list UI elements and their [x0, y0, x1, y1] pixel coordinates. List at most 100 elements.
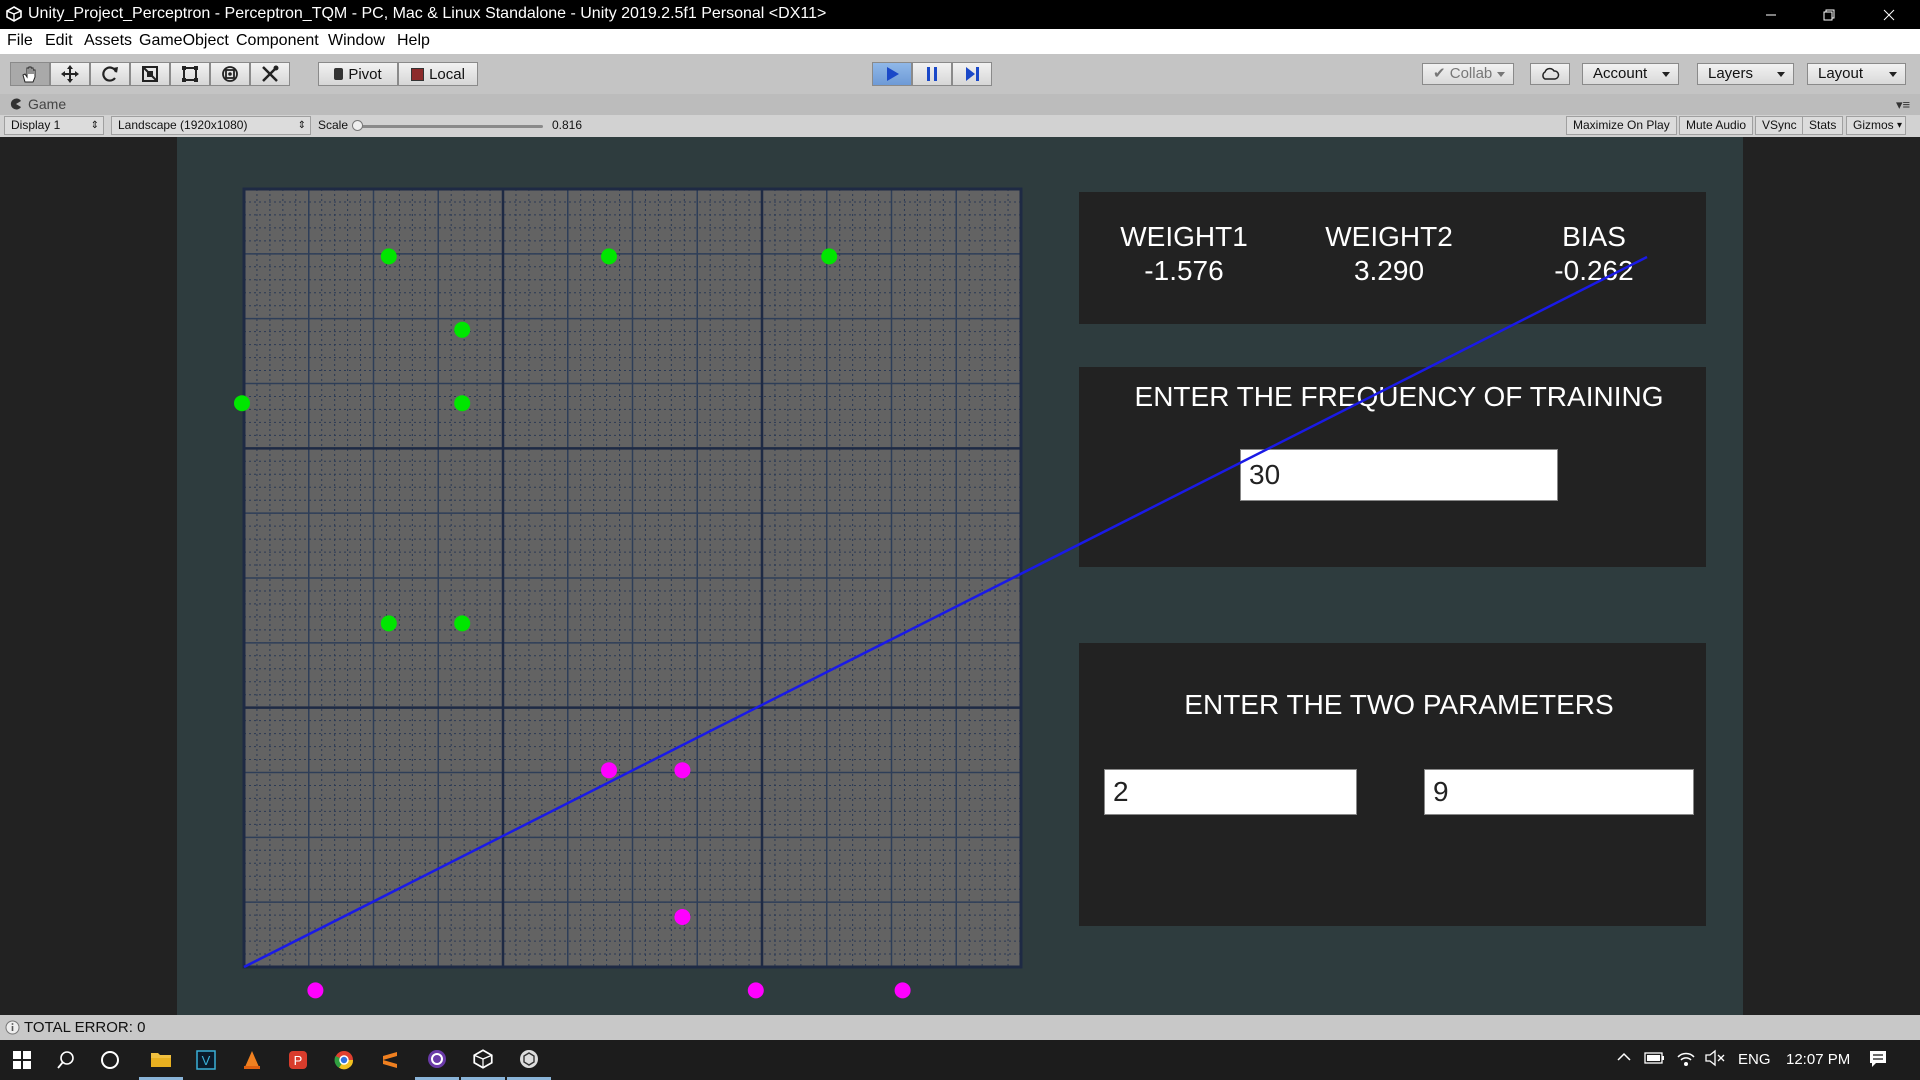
taskbar-unity-hub[interactable] — [507, 1040, 551, 1080]
taskbar-wps-presentation[interactable]: P — [276, 1040, 320, 1080]
taskbar-file-explorer[interactable] — [139, 1040, 183, 1080]
close-icon — [1883, 9, 1895, 20]
layers-dropdown[interactable]: Layers — [1697, 63, 1794, 85]
local-button[interactable]: Local — [398, 62, 478, 86]
taskbar-vlc[interactable] — [230, 1040, 274, 1080]
account-label: Account — [1593, 65, 1648, 82]
collab-dropdown[interactable]: ✔ Collab — [1422, 63, 1514, 85]
green-point — [380, 248, 397, 265]
rect-tool-icon — [182, 66, 198, 82]
green-point — [234, 395, 250, 412]
menu-gameobject[interactable]: GameObject — [139, 32, 229, 50]
folder-icon — [151, 1052, 171, 1067]
taskbar-vscode-app[interactable]: V — [184, 1040, 228, 1080]
volume-status[interactable] — [1705, 1049, 1725, 1071]
weight2-label: WEIGHT2 — [1325, 221, 1453, 252]
menu-help[interactable]: Help — [397, 32, 430, 50]
layers-label: Layers — [1708, 65, 1754, 82]
game-tab-row: Game ▾≡ — [0, 94, 1920, 115]
minimize-button[interactable] — [1742, 0, 1800, 29]
transform-tool-button[interactable] — [210, 62, 250, 86]
magenta-point — [894, 982, 911, 999]
close-button[interactable] — [1860, 0, 1918, 29]
task-view-button[interactable] — [88, 1040, 132, 1080]
rect-tool-button[interactable] — [170, 62, 210, 86]
stats-toggle[interactable]: Stats — [1802, 116, 1844, 135]
play-button[interactable] — [872, 62, 912, 86]
scale-slider-thumb[interactable] — [352, 120, 363, 131]
scale-slider[interactable] — [352, 120, 543, 131]
move-tool-button[interactable] — [50, 62, 90, 86]
pivot-button[interactable]: Pivot — [318, 62, 398, 86]
step-button[interactable] — [952, 62, 992, 86]
vsync-toggle[interactable]: VSync — [1755, 116, 1804, 135]
status-message: TOTAL ERROR: 0 — [24, 1019, 146, 1036]
wifi-status[interactable] — [1676, 1049, 1696, 1071]
parameter2-input[interactable]: 9 — [1424, 769, 1694, 815]
resolution-dropdown[interactable]: Landscape (1920x1080) ⇕ — [111, 116, 311, 135]
custom-tool-button[interactable] — [250, 62, 290, 86]
cloud-button[interactable] — [1530, 63, 1570, 85]
game-canvas[interactable]: WEIGHT1 -1.576 WEIGHT2 3.290 BIAS -0.262… — [177, 137, 1743, 1015]
taskbar-app-purple[interactable] — [415, 1040, 459, 1080]
show-hidden-icons[interactable] — [1616, 1049, 1632, 1069]
presentation-app-icon: P — [289, 1051, 307, 1069]
transform-icon — [222, 66, 238, 82]
gizmos-dropdown[interactable]: Gizmos ▾ — [1846, 116, 1906, 135]
rotate-tool-button[interactable] — [90, 62, 130, 86]
notification-icon — [1870, 1051, 1886, 1067]
menu-window[interactable]: Window — [328, 32, 385, 50]
maximize-on-play-toggle[interactable]: Maximize On Play — [1566, 116, 1677, 135]
action-center-button[interactable] — [1868, 1049, 1888, 1073]
pause-button[interactable] — [912, 62, 952, 86]
hand-icon — [22, 66, 36, 83]
game-tab[interactable]: Game — [10, 96, 66, 112]
green-point — [454, 395, 471, 412]
game-view-toolbar: Display 1 ⇕ Landscape (1920x1080) ⇕ Scal… — [0, 115, 1920, 138]
language-indicator[interactable]: ENG — [1738, 1051, 1771, 1068]
pivot-label: Pivot — [348, 65, 382, 83]
parameters-title: ENTER THE TWO PARAMETERS — [1184, 689, 1614, 720]
taskbar-unity[interactable] — [461, 1040, 505, 1080]
magenta-point — [307, 982, 324, 999]
magenta-point — [674, 909, 691, 925]
layout-dropdown[interactable]: Layout — [1807, 63, 1906, 85]
green-point — [821, 248, 838, 265]
main-toolbar: Pivot Local ✔ Collab Account Layers Layo… — [0, 54, 1920, 95]
taskbar-chrome[interactable] — [322, 1040, 366, 1080]
pivot-icon — [334, 68, 344, 80]
hand-tool-button[interactable] — [10, 62, 50, 86]
bias-label: BIAS — [1562, 221, 1626, 252]
restore-button[interactable] — [1800, 0, 1858, 29]
start-button[interactable] — [0, 1040, 44, 1080]
search-button[interactable] — [44, 1040, 88, 1080]
volume-muted-icon — [1705, 1049, 1725, 1067]
menu-assets[interactable]: Assets — [84, 32, 132, 50]
game-tab-label: Game — [28, 96, 67, 112]
green-point — [601, 248, 617, 265]
panel-menu-icon[interactable]: ▾≡ — [1896, 97, 1910, 113]
circle-app-icon — [428, 1049, 446, 1068]
unity-logo-icon — [6, 6, 22, 22]
clock[interactable]: 12:07 PM — [1786, 1051, 1850, 1068]
search-icon — [57, 1051, 74, 1069]
display-dropdown[interactable]: Display 1 ⇕ — [4, 116, 104, 135]
account-dropdown[interactable]: Account — [1582, 63, 1679, 85]
scale-label: Scale — [318, 118, 349, 132]
menu-edit[interactable]: Edit — [45, 32, 73, 50]
display-label: Display 1 — [11, 118, 61, 132]
move-icon — [61, 65, 79, 83]
sublime-icon — [383, 1052, 397, 1068]
resolution-label: Landscape (1920x1080) — [118, 118, 248, 132]
mute-audio-toggle[interactable]: Mute Audio — [1679, 116, 1754, 135]
vlc-cone-icon — [244, 1051, 260, 1069]
parameter1-input[interactable]: 2 — [1104, 769, 1357, 815]
menu-component[interactable]: Component — [236, 32, 319, 50]
battery-status[interactable] — [1644, 1051, 1666, 1069]
menu-file[interactable]: File — [7, 32, 33, 50]
frequency-input[interactable]: 30 — [1240, 449, 1558, 501]
scale-tool-button[interactable] — [130, 62, 170, 86]
taskbar-sublime[interactable] — [368, 1040, 412, 1080]
bias-value: -0.262 — [1554, 255, 1634, 286]
weights-panel: WEIGHT1 -1.576 WEIGHT2 3.290 BIAS -0.262 — [1079, 192, 1706, 324]
